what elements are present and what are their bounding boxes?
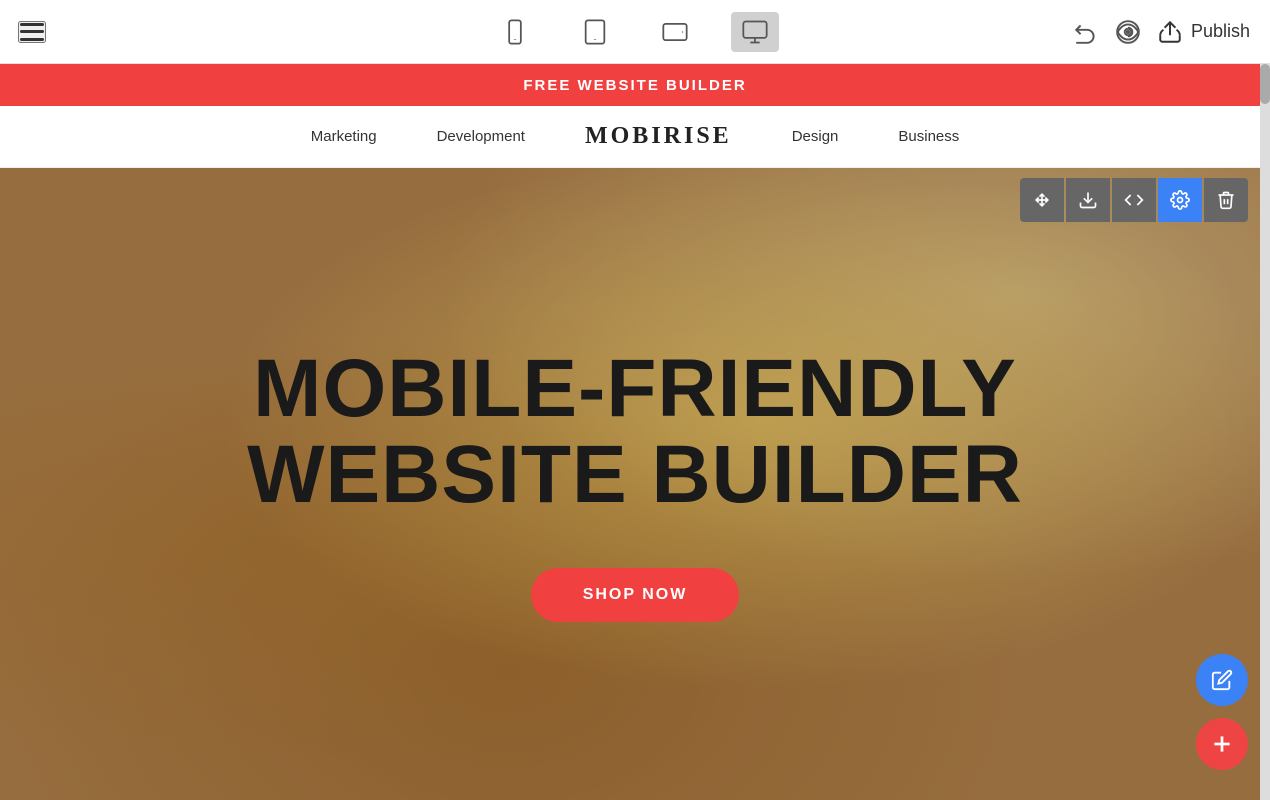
code-icon [1124, 190, 1144, 210]
fab-container [1196, 654, 1248, 770]
nav-item-marketing[interactable]: Marketing [311, 128, 377, 145]
block-move-button[interactable] [1020, 178, 1064, 222]
delete-icon [1216, 190, 1236, 210]
toolbar-right: Publish [1073, 19, 1270, 45]
hero-content: MOBILE-FRIENDLY WEBSITE BUILDER SHOP NOW [247, 346, 1023, 622]
add-block-fab-button[interactable] [1196, 718, 1248, 770]
desktop-icon [741, 18, 769, 46]
block-controls [1020, 178, 1248, 222]
move-icon [1032, 190, 1052, 210]
toolbar-left [0, 21, 46, 43]
publish-icon [1157, 19, 1183, 45]
nav-item-design[interactable]: Design [792, 128, 839, 145]
hero-section: MOBILE-FRIENDLY WEBSITE BUILDER SHOP NOW [0, 168, 1270, 800]
shop-now-button[interactable]: SHOP NOW [531, 568, 740, 622]
hamburger-line [20, 23, 44, 26]
tablet-icon [581, 18, 609, 46]
block-code-button[interactable] [1112, 178, 1156, 222]
tablet-view-button[interactable] [571, 12, 619, 52]
undo-icon [1073, 19, 1099, 45]
mobile-icon [501, 18, 529, 46]
tablet-landscape-view-button[interactable] [651, 12, 699, 52]
main-content: FREE WEBSITE BUILDER Marketing Developme… [0, 64, 1270, 800]
hero-title-line1: MOBILE-FRIENDLY [253, 343, 1017, 434]
mobile-view-button[interactable] [491, 12, 539, 52]
block-delete-button[interactable] [1204, 178, 1248, 222]
nav-logo: MOBIRISE [585, 123, 732, 150]
block-settings-button[interactable] [1158, 178, 1202, 222]
hamburger-line [20, 30, 44, 33]
hero-title: MOBILE-FRIENDLY WEBSITE BUILDER [247, 346, 1023, 518]
edit-fab-icon [1211, 669, 1233, 691]
scrollbar-thumb[interactable] [1260, 64, 1270, 104]
preview-button[interactable] [1115, 19, 1141, 45]
settings-icon [1170, 190, 1190, 210]
nav-item-business[interactable]: Business [898, 128, 959, 145]
menu-button[interactable] [18, 21, 46, 43]
download-icon [1078, 190, 1098, 210]
hamburger-line [20, 38, 44, 41]
device-switcher [491, 12, 779, 52]
edit-fab-button[interactable] [1196, 654, 1248, 706]
block-download-button[interactable] [1066, 178, 1110, 222]
tablet-landscape-icon [661, 18, 689, 46]
undo-button[interactable] [1073, 19, 1099, 45]
top-toolbar: Publish [0, 0, 1270, 64]
nav-bar: Marketing Development MOBIRISE Design Bu… [0, 106, 1270, 168]
hero-title-line2: WEBSITE BUILDER [247, 429, 1023, 520]
add-fab-icon [1209, 731, 1235, 757]
preview-icon [1115, 19, 1141, 45]
banner-text: FREE WEBSITE BUILDER [523, 77, 746, 94]
scrollbar[interactable] [1260, 64, 1270, 800]
publish-label: Publish [1191, 21, 1250, 42]
desktop-view-button[interactable] [731, 12, 779, 52]
banner-bar: FREE WEBSITE BUILDER [0, 64, 1270, 106]
nav-item-development[interactable]: Development [437, 128, 525, 145]
publish-button[interactable]: Publish [1157, 19, 1250, 45]
